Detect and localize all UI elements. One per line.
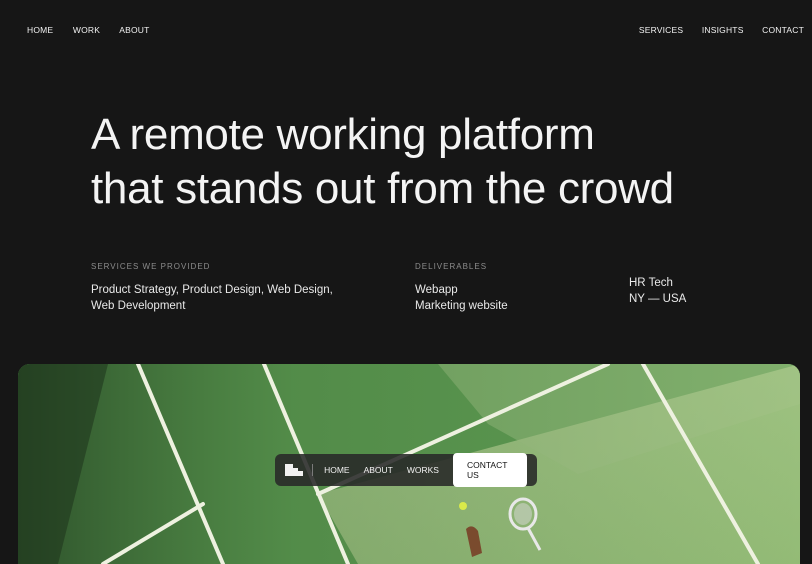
services-line-2: Web Development	[91, 300, 186, 312]
primary-nav-left: HOME WORK ABOUT	[27, 25, 167, 35]
services-line-1: Product Strategy, Product Design, Web De…	[91, 284, 333, 296]
nav-work-link[interactable]: WORK	[73, 25, 100, 35]
nav-services-link[interactable]: SERVICES	[639, 25, 683, 35]
nav-contact-link[interactable]: CONTACT	[762, 25, 804, 35]
hero-line-2: that stands out from the crowd	[91, 164, 674, 213]
client-block: HR Tech NY — USA	[629, 275, 686, 307]
mockup-nav-home[interactable]: HOME	[324, 465, 350, 475]
deliverable-item: Marketing website	[415, 300, 508, 312]
nav-insights-link[interactable]: INSIGHTS	[702, 25, 744, 35]
nav-divider	[312, 464, 314, 476]
mockup-nav-works[interactable]: WORKS	[407, 465, 439, 475]
hero-heading: A remote working platform that stands ou…	[91, 108, 771, 216]
client-location: NY — USA	[629, 293, 687, 305]
mockup-nav-about[interactable]: ABOUT	[364, 465, 393, 475]
deliverable-item: Webapp	[415, 284, 458, 296]
hero-line-1: A remote working platform	[91, 110, 595, 159]
deliverables-label: DELIVERABLES	[415, 262, 488, 271]
primary-nav-right: SERVICES INSIGHTS CONTACT	[623, 25, 804, 35]
nav-home-link[interactable]: HOME	[27, 25, 53, 35]
square-blocks-logo-icon[interactable]	[285, 464, 303, 476]
services-block: SERVICES WE PROVIDED Product Strategy, P…	[91, 259, 351, 314]
nav-about-link[interactable]: ABOUT	[119, 25, 149, 35]
services-label: SERVICES WE PROVIDED	[91, 262, 211, 271]
mockup-nav-bar: HOME ABOUT WORKS CONTACT US	[275, 453, 537, 487]
deliverables-block: DELIVERABLES Webapp Marketing website	[415, 259, 508, 314]
contact-us-button[interactable]: CONTACT US	[452, 453, 527, 487]
client-industry: HR Tech	[629, 277, 673, 289]
